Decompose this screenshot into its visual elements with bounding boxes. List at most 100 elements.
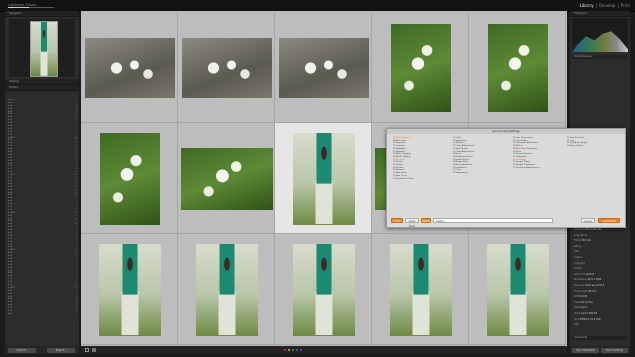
navigator-preview[interactable] — [9, 19, 75, 77]
folder-label: ▸ 03 — [8, 145, 13, 148]
setting-checkbox[interactable]: ☑ Treatment (Color) — [393, 178, 414, 181]
comments-label: Comments — [574, 336, 587, 339]
folder-item[interactable]: ▸ 09 1 — [8, 313, 78, 316]
color-label-filter[interactable] — [300, 349, 302, 351]
grid-cell[interactable] — [178, 12, 275, 123]
metadata-key: Date Time — [574, 272, 586, 276]
grid-cell[interactable] — [275, 12, 372, 123]
export-button[interactable]: Export... — [47, 347, 75, 353]
metadata-value[interactable]: IMG_2041.CR2 — [586, 228, 602, 231]
folder-label: ▸ 08 — [8, 310, 13, 313]
metadata-value[interactable]: 85 mm — [589, 290, 597, 293]
metadata-value[interactable]: Did not fire — [580, 301, 592, 304]
photo-thumbnail[interactable] — [389, 243, 452, 336]
cancel-button[interactable]: Cancel — [581, 218, 595, 223]
metadata-row: GPS — [574, 323, 578, 326]
color-label-filter[interactable] — [284, 349, 286, 351]
photo-thumbnail[interactable] — [99, 132, 160, 225]
folder-label: ▸ 01 — [8, 214, 13, 217]
grid-cell[interactable] — [81, 12, 178, 123]
metadata-value[interactable]: · · · · · — [582, 245, 588, 248]
comments-header[interactable]: Comments — [572, 336, 628, 340]
sync-metadata-button[interactable]: Sync Metadata — [572, 347, 599, 353]
metadata-value[interactable]: 4/23/17 — [586, 273, 594, 276]
photo-thumbnail[interactable] — [84, 37, 175, 98]
folder-label: ▸ 12 — [8, 208, 13, 211]
progress-fill — [8, 7, 29, 8]
folder-label: ▸ 12 — [8, 284, 13, 286]
right-panel-buttons: Sync Metadata Sync Settings — [570, 346, 630, 354]
folder-label: ▸ 09 — [8, 312, 13, 315]
folder-label: ▸ 05 — [8, 263, 13, 266]
metadata-value[interactable]: Canon EOS 6D — [581, 312, 597, 315]
folders-header[interactable]: Folders — [5, 85, 79, 91]
photo-thumbnail[interactable] — [390, 23, 451, 112]
photo-thumbnail[interactable] — [486, 243, 549, 336]
grid-cell[interactable] — [372, 234, 469, 345]
grid-cell[interactable] — [275, 234, 372, 345]
metadata-value[interactable]: 5472 x 3648 — [587, 278, 601, 281]
photo-thumbnail[interactable] — [487, 23, 548, 112]
metadata-key: Focal Length — [574, 289, 589, 293]
metadata-value[interactable]: Canon — [580, 306, 587, 309]
grid-cell[interactable] — [178, 123, 275, 234]
folder-label: ▸ 03 — [8, 182, 13, 185]
histogram-header[interactable]: Histogram — [570, 11, 630, 17]
grid-cell[interactable] — [469, 12, 566, 123]
grid-view-icon[interactable] — [85, 348, 89, 352]
metadata-value[interactable]: ISO 200 — [578, 295, 587, 298]
photo-thumbnail[interactable] — [278, 37, 369, 98]
preset-dropdown[interactable]: Default — [421, 218, 431, 223]
grid-cell[interactable] — [178, 234, 275, 345]
module-print[interactable]: Print — [621, 3, 630, 8]
photo-thumbnail[interactable] — [292, 243, 355, 336]
metadata-value[interactable]: 1/400 sec at f/2.8 — [585, 284, 604, 287]
grid-cell[interactable] — [81, 234, 178, 345]
grid-cell[interactable] — [372, 12, 469, 123]
photo-thumbnail[interactable] — [195, 243, 258, 336]
navigator-header[interactable]: Navigator — [5, 11, 79, 17]
module-picker: Library | Develop | Print — [579, 3, 631, 8]
color-label-filter[interactable] — [288, 349, 290, 351]
sync-settings-button[interactable]: Sync Settings — [601, 347, 628, 353]
check-none-button[interactable]: Check None — [405, 218, 419, 228]
module-develop[interactable]: Develop — [599, 3, 615, 8]
folder-label: ▸ 09 — [8, 237, 13, 240]
folder-label: ▸ 07 — [8, 307, 13, 310]
metadata-row: Folder 2017-04 — [574, 239, 591, 242]
photo-thumbnail[interactable] — [98, 243, 161, 336]
folder-label: ▸ 07 — [8, 156, 13, 159]
folder-label: ▸ 11 — [8, 205, 13, 208]
metadata-value[interactable]: EF85mm f/1.8 USM — [580, 318, 601, 321]
setting-checkbox[interactable]: ☑ Aspect Ratio — [567, 145, 587, 148]
preset-name-input[interactable]: Custom — [433, 218, 553, 223]
check-all-button[interactable]: Check All — [391, 218, 403, 228]
folder-label: ▸ 06 — [8, 266, 13, 269]
quick-develop-header[interactable]: Quick Develop — [572, 55, 628, 59]
navigator-photo — [30, 21, 58, 77]
metadata-value[interactable]: 2017-04 — [581, 239, 590, 242]
grid-cell[interactable] — [469, 234, 566, 345]
loupe-view-icon[interactable] — [92, 348, 96, 352]
synchronize-button[interactable]: Synchronize — [598, 218, 620, 223]
import-button[interactable]: Import... — [8, 347, 36, 353]
color-label-filter[interactable] — [296, 349, 298, 351]
synchronize-settings-dialog: Synchronize Settings ☑ White Balance ☑ Ba… — [386, 128, 626, 228]
setting-checkbox[interactable]: ☑ Transform Adjustments — [513, 167, 540, 170]
folders-label: Folders — [9, 86, 19, 89]
metadata-key: Creator — [574, 267, 583, 271]
grid-toolbar — [81, 346, 567, 354]
module-library[interactable]: Library — [580, 3, 594, 8]
folder-label: ▾ 2015 — [8, 99, 15, 101]
color-label-filter[interactable] — [292, 349, 294, 351]
grid-cell[interactable] — [275, 123, 372, 234]
folder-label: ▸ 03 — [8, 107, 13, 110]
photo-thumbnail[interactable] — [292, 132, 355, 225]
folder-label: ▸ 10 — [8, 203, 13, 206]
grid-cell[interactable] — [81, 123, 178, 234]
photo-thumbnail[interactable] — [181, 37, 272, 98]
photo-thumbnail[interactable] — [180, 147, 273, 210]
quick-develop-label: Quick Develop — [574, 55, 592, 58]
folder-label: ▸ 12 — [8, 171, 13, 174]
setting-checkbox[interactable]: ☑ Sharpening — [453, 172, 475, 175]
